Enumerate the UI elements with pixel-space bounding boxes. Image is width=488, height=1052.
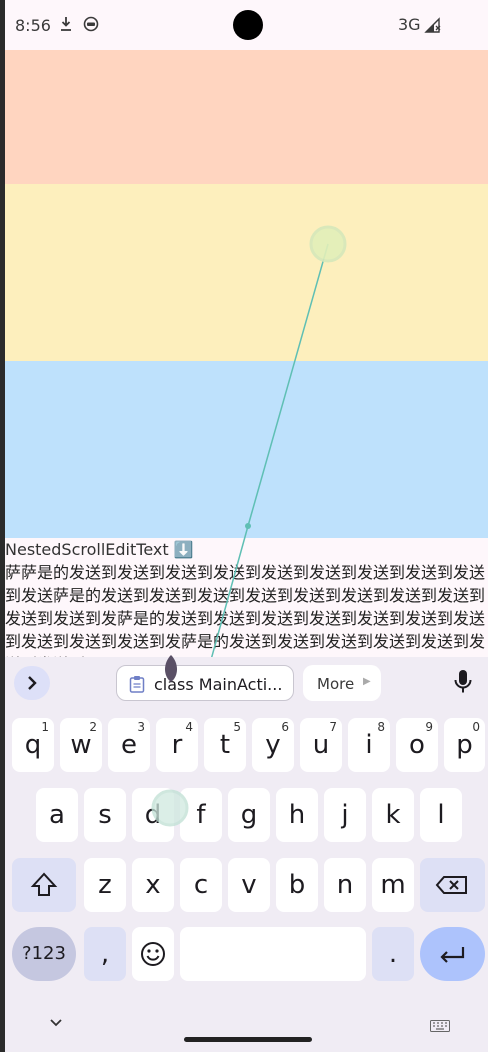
symbols-key[interactable]: ?123: [12, 927, 76, 981]
key-f[interactable]: f: [180, 788, 222, 842]
key-y[interactable]: y6: [252, 718, 294, 772]
comma-key[interactable]: ,: [84, 927, 126, 981]
key-r[interactable]: r4: [156, 718, 198, 772]
status-time: 8:56: [15, 16, 51, 35]
key-q[interactable]: q1: [12, 718, 54, 772]
key-k[interactable]: k: [372, 788, 414, 842]
more-chip-label: More: [317, 675, 355, 693]
clipboard-icon: [129, 676, 145, 693]
network-type: 3G: [398, 15, 421, 34]
edit-content[interactable]: 萨萨是的发送到发送到发送到发送到发送到发送到发送到发送到发送到发送萨是的发送到发…: [5, 561, 488, 657]
shift-icon: [30, 872, 58, 896]
key-d[interactable]: d: [132, 788, 174, 842]
keyboard-switch-icon[interactable]: [430, 1019, 450, 1037]
key-h[interactable]: h: [276, 788, 318, 842]
key-hint: 2: [89, 720, 97, 734]
key-hint: 0: [472, 720, 480, 734]
key-u[interactable]: u7: [300, 718, 342, 772]
space-key[interactable]: [180, 927, 366, 981]
key-label: e: [121, 730, 137, 760]
key-label: r: [171, 730, 183, 760]
robot-face-icon: [83, 16, 99, 36]
key-n[interactable]: n: [324, 858, 366, 912]
key-label: o: [409, 730, 425, 760]
key-label: p: [456, 730, 473, 760]
key-a[interactable]: a: [36, 788, 78, 842]
soft-keyboard: class MainActi... More ▶ q1 w2 e3 r4 t5 …: [5, 657, 488, 1052]
key-g[interactable]: g: [228, 788, 270, 842]
home-gesture-bar[interactable]: [184, 1037, 312, 1042]
enter-icon: [440, 947, 465, 963]
key-hint: 4: [185, 720, 193, 734]
more-suggestions-chip[interactable]: More ▶: [303, 665, 381, 701]
download-icon: [59, 16, 73, 36]
key-m[interactable]: m: [372, 858, 414, 912]
backspace-icon: [435, 876, 467, 894]
key-label: y: [265, 730, 281, 760]
key-v[interactable]: v: [228, 858, 270, 912]
key-l[interactable]: l: [420, 788, 462, 842]
front-camera: [233, 10, 263, 40]
key-i[interactable]: i8: [348, 718, 390, 772]
key-label: u: [312, 730, 330, 760]
key-s[interactable]: s: [84, 788, 126, 842]
emoji-icon: [141, 942, 165, 966]
emoji-key[interactable]: [132, 927, 174, 981]
key-hint: 8: [377, 720, 385, 734]
key-label: i: [365, 730, 373, 760]
key-j[interactable]: j: [324, 788, 366, 842]
phone-screen: 8:56 3G NestedScrollEditText ⬇️ 萨萨是的发送到发…: [5, 0, 488, 1052]
key-t[interactable]: t5: [204, 718, 246, 772]
key-hint: 7: [329, 720, 337, 734]
signal-no-data-icon: [424, 17, 442, 38]
key-label: w: [70, 730, 92, 760]
key-hint: 6: [281, 720, 289, 734]
clipboard-suggestion-chip[interactable]: class MainActi...: [116, 665, 294, 701]
color-block-blue[interactable]: [5, 361, 488, 538]
key-o[interactable]: o9: [396, 718, 438, 772]
shift-key[interactable]: [12, 858, 76, 912]
key-z[interactable]: z: [84, 858, 126, 912]
status-bar: 8:56 3G: [5, 0, 488, 50]
backspace-key[interactable]: [420, 858, 485, 912]
color-block-orange[interactable]: [5, 50, 488, 184]
key-b[interactable]: b: [276, 858, 318, 912]
key-p[interactable]: p0: [444, 718, 485, 772]
key-c[interactable]: c: [180, 858, 222, 912]
key-label: t: [219, 730, 231, 760]
key-hint: 3: [137, 720, 145, 734]
chevron-right-small-icon: ▶: [363, 676, 371, 687]
edit-title: NestedScrollEditText ⬇️: [5, 540, 194, 559]
key-label: q: [24, 730, 42, 760]
key-w[interactable]: w2: [60, 718, 102, 772]
period-key[interactable]: .: [372, 927, 414, 981]
key-x[interactable]: x: [132, 858, 174, 912]
clipboard-chip-label: class MainActi...: [154, 675, 283, 694]
key-hint: 5: [233, 720, 241, 734]
key-e[interactable]: e3: [108, 718, 150, 772]
suggestion-bar: class MainActi... More ▶: [5, 657, 488, 709]
chevron-right-icon: [28, 676, 37, 690]
hide-keyboard-chevron-icon[interactable]: [49, 1015, 63, 1033]
key-hint: 1: [41, 720, 49, 734]
key-hint: 9: [425, 720, 433, 734]
mic-icon[interactable]: [453, 669, 473, 700]
color-block-yellow[interactable]: [5, 184, 488, 361]
expand-toolbar-button[interactable]: [14, 666, 50, 700]
enter-key[interactable]: [420, 927, 485, 981]
nested-scroll-edit-text[interactable]: NestedScrollEditText ⬇️ 萨萨是的发送到发送到发送到发送到…: [5, 539, 488, 657]
